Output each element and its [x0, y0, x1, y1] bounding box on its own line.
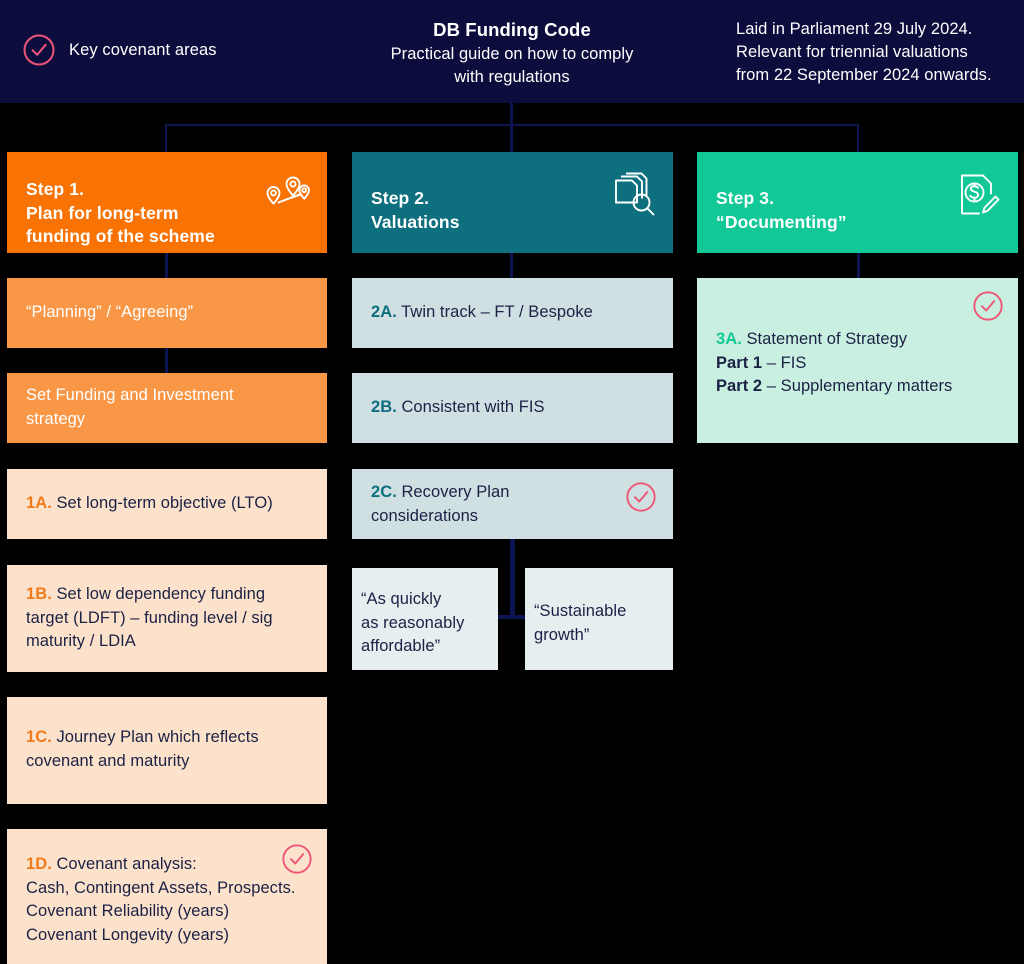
step-1-title-line-2: Plan for long-term — [26, 202, 179, 223]
step-2-title: Step 2. Valuations — [371, 187, 603, 234]
legend-label: Key covenant areas — [69, 40, 217, 59]
step-3-title-line-2: “Documenting” — [716, 211, 847, 232]
planning-agreeing-text: “Planning” / “Agreeing” — [26, 303, 194, 321]
connector-bracket-right — [857, 124, 859, 152]
item-3a-part2-label: Part 2 — [716, 377, 763, 395]
step-2-header-card[interactable]: Step 2. Valuations — [352, 152, 673, 253]
item-1b-line-1: Set low dependency funding — [56, 585, 266, 603]
item-1c-card[interactable]: 1C. Journey Plan which reflects covenant… — [7, 697, 327, 804]
item-2b-card[interactable]: 2B. Consistent with FIS — [352, 373, 673, 443]
connector-bracket-mid — [510, 124, 513, 152]
connector-2c-stem — [510, 539, 515, 619]
item-2b-label: 2B. — [371, 398, 397, 416]
step-1-title: Step 1. Plan for long-term funding of th… — [26, 178, 257, 249]
item-1b-line-2: target (LDFT) – funding level / sig — [26, 608, 273, 627]
item-3a-label: 3A. — [716, 330, 742, 348]
documents-search-icon — [610, 172, 656, 223]
quote-affordable-line-2: as reasonably — [361, 613, 465, 632]
item-1d-text: 1D. Covenant analysis: Cash, Contingent … — [26, 853, 315, 947]
item-2a-label: 2A. — [371, 303, 397, 321]
item-1a-label: 1A. — [26, 494, 52, 512]
item-1d-line-4: Covenant Longevity (years) — [26, 925, 230, 944]
item-1c-label: 1C. — [26, 728, 52, 746]
connector-bracket-left — [165, 124, 167, 152]
set-fis-line-1: Set Funding and Investment — [26, 386, 234, 404]
legend: Key covenant areas — [22, 33, 217, 67]
step-3-header-card[interactable]: Step 3. “Documenting” — [697, 152, 1018, 253]
step-3-title: Step 3. “Documenting” — [716, 187, 948, 234]
step-3-title-line-1: Step 3. — [716, 188, 775, 208]
quote-sustainable-card[interactable]: “Sustainable growth” — [525, 568, 673, 670]
check-circle-icon — [22, 33, 56, 67]
item-2a-line-1: Twin track – FT / Bespoke — [401, 303, 593, 321]
connector-step1-b — [165, 348, 168, 373]
quote-affordable-line-3: affordable” — [361, 637, 441, 655]
step-1-header-card[interactable]: Step 1. Plan for long-term funding of th… — [7, 152, 327, 253]
connector-step3-a — [857, 253, 860, 278]
header-note-line-2: Relevant for triennial valuations — [736, 42, 968, 61]
item-1d-card[interactable]: 1D. Covenant analysis: Cash, Contingent … — [7, 829, 327, 964]
check-circle-icon — [625, 481, 657, 513]
item-2b-line-1: Consistent with FIS — [401, 398, 545, 416]
map-pins-icon — [264, 174, 310, 223]
quote-sustainable-line-1: “Sustainable — [534, 602, 627, 620]
item-3a-text: 3A. Statement of Strategy Part 1 – FIS P… — [716, 328, 1006, 399]
step-2-title-line-1: Step 2. — [371, 188, 430, 208]
item-1c-text: 1C. Journey Plan which reflects covenant… — [26, 726, 311, 773]
quote-affordable-line-1: “As quickly — [361, 590, 442, 608]
item-1d-line-1: Covenant analysis: — [56, 855, 197, 873]
item-1d-line-2: Cash, Contingent Assets, Prospects. — [26, 878, 296, 897]
item-1a-line-1: Set long-term objective (LTO) — [56, 494, 273, 512]
header-note-block: Laid in Parliament 29 July 2024. Relevan… — [736, 18, 1021, 86]
item-1b-line-3: maturity / LDIA — [26, 632, 136, 650]
connector-step1-a — [165, 253, 168, 278]
item-1c-line-1: Journey Plan which reflects — [56, 728, 259, 746]
set-fis-line-2: strategy — [26, 409, 86, 428]
quote-sustainable-line-2: growth” — [534, 625, 590, 644]
item-1a-card[interactable]: 1A. Set long-term objective (LTO) — [7, 469, 327, 539]
document-dollar-pencil-icon — [957, 172, 1001, 223]
item-1b-label: 1B. — [26, 585, 52, 603]
item-3a-part2-text: – Supplementary matters — [762, 377, 953, 395]
item-1b-text: 1B. Set low dependency funding target (L… — [26, 583, 311, 654]
page-header: Key covenant areas DB Funding Code Pract… — [0, 0, 1024, 103]
item-2c-label: 2C. — [371, 483, 397, 501]
item-1a-text: 1A. Set long-term objective (LTO) — [26, 492, 311, 516]
set-fis-text: Set Funding and Investment strategy — [26, 384, 311, 431]
check-circle-icon — [972, 290, 1004, 322]
item-2a-card[interactable]: 2A. Twin track – FT / Bespoke — [352, 278, 673, 348]
quote-sustainable-text: “Sustainable growth” — [534, 600, 667, 647]
page-subtitle-line-2: with regulations — [454, 67, 570, 86]
connector-step2-a — [510, 253, 513, 278]
item-3a-line-1: Statement of Strategy — [746, 330, 908, 348]
item-2a-text: 2A. Twin track – FT / Bespoke — [371, 301, 657, 325]
item-3a-part1-label: Part 1 — [716, 353, 763, 372]
item-1d-line-3: Covenant Reliability (years) — [26, 902, 230, 920]
page-title: DB Funding Code — [433, 19, 591, 40]
item-1d-label: 1D. — [26, 855, 52, 873]
item-1b-card[interactable]: 1B. Set low dependency funding target (L… — [7, 565, 327, 672]
header-note-line-1: Laid in Parliament 29 July 2024. — [736, 20, 973, 38]
step-2-title-line-2: Valuations — [371, 211, 460, 232]
quote-affordable-card[interactable]: “As quickly as reasonably affordable” — [352, 568, 498, 670]
item-2c-card[interactable]: 2C. Recovery Plan considerations — [352, 469, 673, 539]
header-title-block: DB Funding Code Practical guide on how t… — [355, 17, 669, 88]
set-fis-card[interactable]: Set Funding and Investment strategy — [7, 373, 327, 443]
quote-affordable-text: “As quickly as reasonably affordable” — [361, 588, 492, 659]
planning-agreeing-card[interactable]: “Planning” / “Agreeing” — [7, 278, 327, 348]
item-2c-line-1: Recovery Plan — [401, 483, 510, 501]
page-subtitle-line-1: Practical guide on how to comply — [390, 45, 634, 63]
item-1c-line-2: covenant and maturity — [26, 751, 190, 770]
header-note-line-3: from 22 September 2024 onwards. — [736, 65, 992, 84]
item-2c-text: 2C. Recovery Plan considerations — [371, 481, 613, 528]
item-2c-line-2: considerations — [371, 506, 479, 525]
step-1-title-line-1: Step 1. — [26, 179, 85, 199]
connector-header-stem — [510, 103, 513, 125]
item-3a-card[interactable]: 3A. Statement of Strategy Part 1 – FIS P… — [697, 278, 1018, 443]
item-3a-part1-text: – FIS — [762, 353, 807, 372]
step-1-title-line-3: funding of the scheme — [26, 226, 215, 246]
item-2b-text: 2B. Consistent with FIS — [371, 396, 657, 420]
